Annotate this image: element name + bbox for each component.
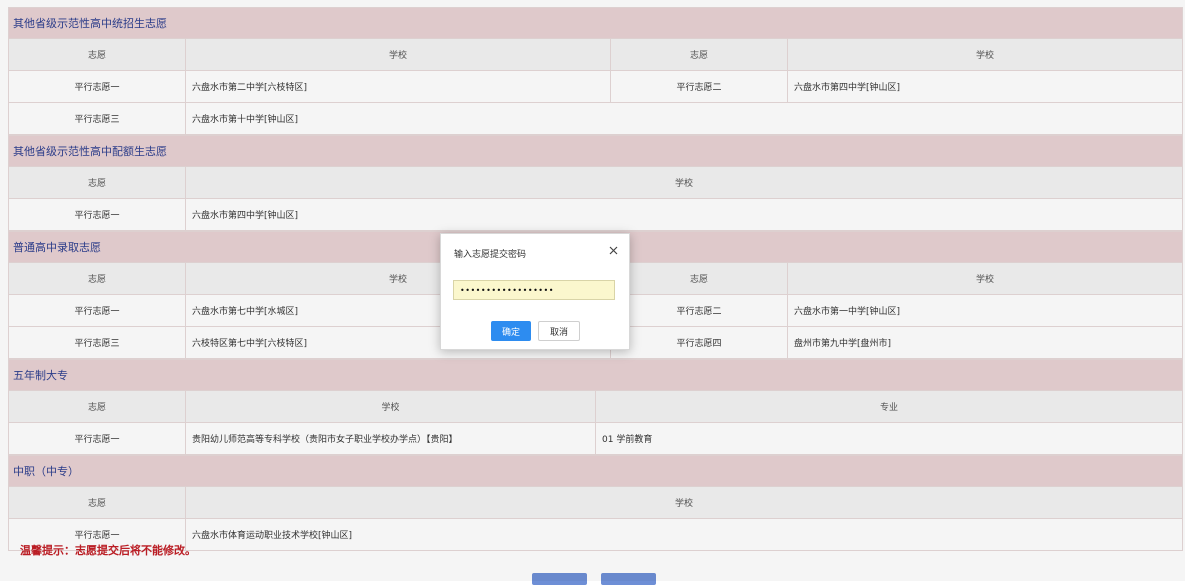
page: 其他省级示范性高中统招生志愿 志愿 学校 志愿 学校 平行志愿一 六盘水市第二中… — [0, 0, 1185, 585]
password-dialog: 输入志愿提交密码 确定 取消 — [440, 233, 630, 350]
dialog-title: 输入志愿提交密码 — [454, 250, 527, 260]
password-input[interactable] — [453, 280, 615, 300]
cancel-button[interactable]: 取消 — [538, 321, 580, 341]
confirm-button[interactable]: 确定 — [491, 321, 531, 341]
close-icon[interactable] — [605, 242, 621, 258]
